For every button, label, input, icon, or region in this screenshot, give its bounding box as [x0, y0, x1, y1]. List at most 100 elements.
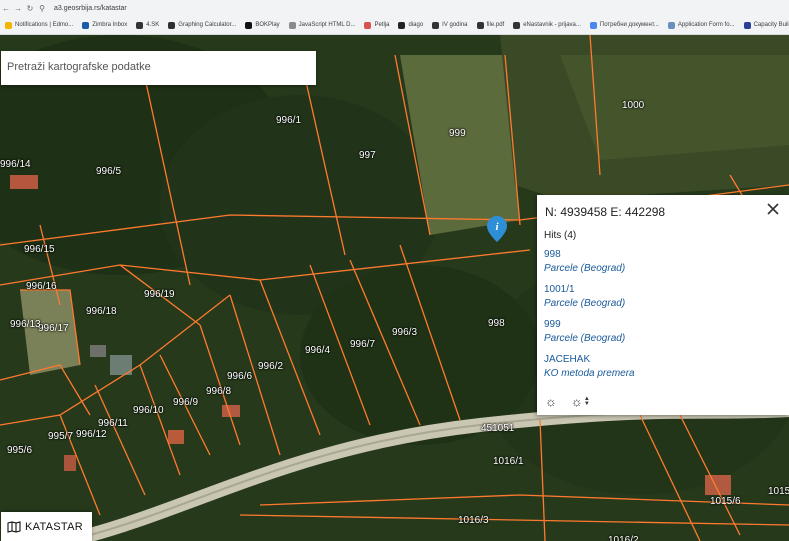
- info-marker-icon[interactable]: i: [487, 216, 507, 242]
- parcel-number-label: 998: [488, 318, 505, 329]
- parcel-number-label: 999: [449, 128, 466, 139]
- parcel-number-label: 1000: [622, 100, 645, 111]
- hit-item[interactable]: 1001/1 Parcele (Beograd): [544, 284, 625, 309]
- bookmark-label: Потребни документ...: [599, 22, 659, 28]
- parcel-number-label: 996/4: [305, 345, 331, 356]
- globe-icon: [513, 21, 521, 29]
- search-box: [1, 51, 316, 85]
- docs-icon: [589, 21, 597, 29]
- parcel-number-label: 996/6: [227, 371, 253, 382]
- hit-layer: Parcele (Beograd): [544, 333, 626, 344]
- bookmark-label: Petlja: [374, 22, 390, 28]
- hit-number[interactable]: 998: [544, 249, 625, 260]
- code-icon: [288, 21, 296, 29]
- parcel-number-label: 1015/6: [710, 496, 741, 507]
- reload-icon[interactable]: ↻: [24, 4, 36, 13]
- bookmark-label: file.pdf: [486, 22, 505, 28]
- hit-item[interactable]: JACEHAK KO metoda premera: [544, 354, 635, 379]
- bookmark-item[interactable]: Petlja: [364, 21, 390, 29]
- bookmark-item[interactable]: Application Form fo...: [667, 21, 735, 29]
- bookmark-item[interactable]: IV godina: [432, 21, 468, 29]
- brightness-icon[interactable]: ☼: [545, 394, 557, 409]
- hits-count: Hits (4): [544, 230, 577, 241]
- parcel-number-label: 996/9: [173, 397, 199, 408]
- form-icon: [667, 21, 675, 29]
- petlja-icon: [364, 21, 372, 29]
- bookmark-item[interactable]: Graphing Calculator...: [168, 21, 237, 29]
- desmos-icon: [168, 21, 176, 29]
- parcel-number-label: 996/10: [133, 405, 164, 416]
- eu-icon: [743, 21, 751, 29]
- brightness-adjust-control[interactable]: ☼ ▲ ▼: [571, 394, 590, 409]
- globe-icon: [432, 21, 440, 29]
- site-settings-icon[interactable]: ⚲: [36, 4, 48, 13]
- bookmark-item[interactable]: 4.SK: [136, 21, 160, 29]
- bookmark-item[interactable]: eNastavnik - prijava...: [513, 21, 581, 29]
- parcel-number-label: 996/5: [96, 166, 122, 177]
- hit-number[interactable]: 999: [544, 319, 625, 330]
- parcel-number-label: 996/11: [98, 418, 128, 429]
- parcel-number-label: 995/6: [7, 445, 33, 456]
- bookmark-label: 4.SK: [146, 22, 160, 28]
- wiki-icon: [398, 21, 406, 29]
- hit-layer: Parcele (Beograd): [544, 298, 626, 309]
- parcel-number-label: 996/1: [276, 115, 302, 126]
- bookmark-label: IV godina: [442, 22, 468, 28]
- bookmark-label: Graphing Calculator...: [178, 22, 237, 28]
- parcel-number-label: 997: [359, 150, 376, 161]
- hit-item[interactable]: 999 Parcele (Beograd): [544, 319, 625, 344]
- forward-icon[interactable]: →: [12, 4, 24, 13]
- parcel-number-label: 996/18: [86, 306, 117, 317]
- parcel-number-label: 996/12: [76, 429, 107, 440]
- bookmark-item[interactable]: diago: [398, 21, 424, 29]
- bookmark-label: Capacity Building W...: [753, 22, 789, 28]
- parcel-number-label: 1015/: [768, 486, 789, 497]
- url-text[interactable]: a3.geosrbija.rs/katastar: [54, 5, 127, 12]
- parcel-number-label: 996/2: [258, 361, 284, 372]
- parcel-number-label: 1016/2: [608, 535, 639, 541]
- bookmark-item[interactable]: BOKPlay: [245, 21, 280, 29]
- popup-coordinates: N: 4939458 E: 442298: [545, 205, 666, 219]
- map-icon: [7, 520, 21, 533]
- close-icon[interactable]: [765, 201, 781, 217]
- bookmark-item[interactable]: Потребни документ...: [589, 21, 659, 29]
- popup-toolbar: ☼ ☼ ▲ ▼: [545, 394, 604, 409]
- parcel-number-label: 1016/1: [493, 456, 524, 467]
- parcel-number-label: 995/7: [48, 431, 74, 442]
- hit-layer: Parcele (Beograd): [544, 263, 626, 274]
- parcel-number-label: 996/8: [206, 386, 232, 397]
- back-icon[interactable]: ←: [0, 4, 12, 13]
- globe-icon: [136, 21, 144, 29]
- bookmark-item[interactable]: file.pdf: [476, 21, 505, 29]
- bookmark-item[interactable]: JavaScript HTML D...: [288, 21, 356, 29]
- bookmark-item[interactable]: Notifications | Edmo...: [5, 21, 74, 29]
- bokplay-icon: [245, 21, 253, 29]
- hit-number[interactable]: JACEHAK: [544, 354, 635, 365]
- parcel-number-label: 996/13: [10, 319, 41, 330]
- up-down-arrows-icon: ▲ ▼: [583, 395, 590, 407]
- bookmark-item[interactable]: Zimbra Inbox: [82, 21, 128, 29]
- bookmark-item[interactable]: Capacity Building W...: [743, 21, 789, 29]
- search-input[interactable]: [1, 51, 307, 83]
- hit-number[interactable]: 1001/1: [544, 284, 625, 295]
- bookmark-label: BOKPlay: [255, 22, 280, 28]
- parcel-number-label: 996/14: [0, 159, 31, 170]
- edmodo-icon: [5, 21, 12, 29]
- brightness-small-icon: ☼: [570, 394, 583, 409]
- parcel-number-label: 996/3: [392, 327, 418, 338]
- bookmark-label: Application Form fo...: [677, 22, 735, 28]
- zimbra-icon: [82, 21, 90, 29]
- bookmark-label: Notifications | Edmo...: [15, 22, 74, 28]
- hit-layer: KO metoda premera: [544, 368, 635, 379]
- bookmark-label: diago: [408, 22, 424, 28]
- bookmarks-bar: Notifications | Edmo... Zimbra Inbox 4.SK G…: [0, 16, 789, 34]
- hit-item[interactable]: 998 Parcele (Beograd): [544, 249, 625, 274]
- bookmark-label: Zimbra Inbox: [92, 22, 128, 28]
- address-bar: ← → ↻ ⚲ a3.geosrbija.rs/katastar: [0, 0, 789, 16]
- katastar-layer-button[interactable]: KATASTAR: [1, 512, 92, 541]
- globe-icon: [476, 21, 484, 29]
- bookmark-label: JavaScript HTML D...: [298, 22, 356, 28]
- bookmark-label: eNastavnik - prijava...: [523, 22, 581, 28]
- parcel-number-label: 451051: [481, 423, 515, 434]
- parcel-number-label: 996/15: [24, 244, 55, 255]
